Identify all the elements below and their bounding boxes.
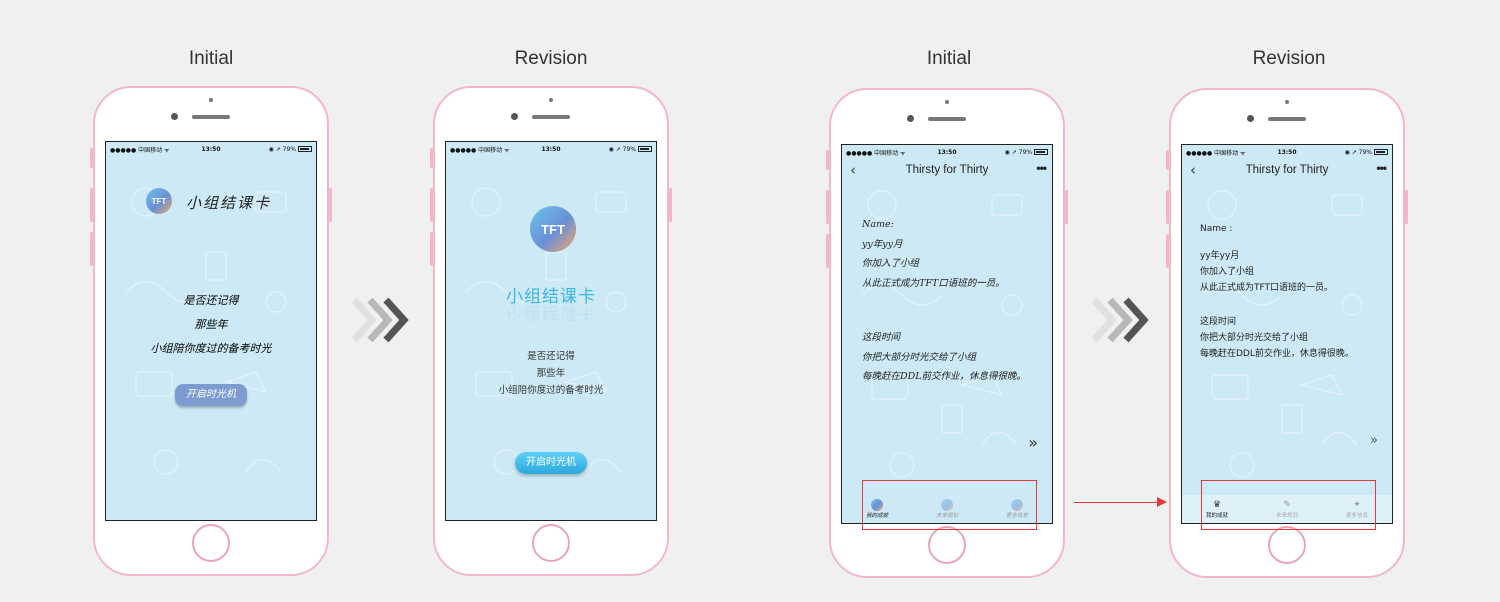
intro-line-3: 小组陪你度过的备考时光	[498, 385, 604, 396]
intro-line-1: 是否还记得	[527, 351, 575, 362]
more-icon[interactable]: •••	[1376, 161, 1387, 175]
home-button[interactable]	[1268, 526, 1306, 564]
card-title: 小组结课卡	[186, 194, 272, 212]
letter-line: 这段时间	[1200, 317, 1237, 327]
status-bar: ●●●●● 中国移动 ᯤ 13:50 ◉ ➚ 79%	[106, 142, 316, 156]
clock-label: 13:50	[201, 145, 221, 153]
earpiece-speaker	[928, 117, 966, 121]
front-camera	[1285, 100, 1289, 104]
highlight-box-initial-tabs	[862, 480, 1037, 530]
screen-initial-letter: ●●●●● 中国移动 ᯤ 13:50 ◉ ➚ 79% ‹ Thirsty for…	[841, 144, 1053, 524]
carrier-label: ●●●●● 中国移动 ᯤ	[110, 146, 170, 154]
nav-bar: ‹ Thirsty for Thirty •••	[1182, 159, 1392, 181]
back-icon[interactable]: ‹	[850, 161, 856, 179]
intro-line-2: 那些年	[536, 368, 566, 379]
intro-line-2: 那些年	[194, 318, 228, 331]
letter-line: Name:	[862, 219, 894, 230]
letter-line: yy年yy月	[862, 238, 903, 250]
letter-line: 你加入了小组	[862, 258, 920, 269]
intro-line-3: 小组陪你度过的备考时光	[150, 342, 272, 355]
sensor-dot	[1247, 115, 1254, 122]
nav-title: Thirsty for Thirty	[1245, 164, 1329, 176]
letter-line: 你加入了小组	[1200, 267, 1255, 277]
app-logo: TFT	[530, 206, 576, 252]
phone-initial-card: ●●●●● 中国移动 ᯤ 13:50 ◉ ➚ 79% TFT 小组结课卡 是否还…	[90, 86, 332, 576]
status-bar: ●●●●● 中国移动 ᯤ 13:50 ◉ ➚ 79%	[1182, 145, 1392, 159]
carrier-label: ●●●●● 中国移动 ᯤ	[846, 149, 906, 157]
highlight-box-revision-tabs	[1201, 480, 1376, 530]
comparison-connector-line	[1074, 502, 1160, 503]
nav-title: Thirsty for Thirty	[905, 164, 989, 176]
letter-line: 从此正式成为TFT口语班的一员。	[1200, 283, 1334, 293]
screen-initial-card: ●●●●● 中国移动 ᯤ 13:50 ◉ ➚ 79% TFT 小组结课卡 是否还…	[105, 141, 317, 521]
carrier-label: ●●●●● 中国移动 ᯤ	[450, 146, 510, 154]
battery-label: ◉ ➚ 79%	[608, 145, 636, 153]
app-logo: TFT	[146, 188, 172, 214]
heading-revision-1: Revision	[514, 48, 588, 69]
heading-revision-2: Revision	[1252, 48, 1326, 69]
battery-icon	[1033, 149, 1048, 155]
letter-line: 每晚赶在DDL前交作业，休息得很晚。	[1200, 349, 1354, 359]
earpiece-speaker	[532, 115, 570, 119]
letter-line: 每晚赶在DDL前交作业，休息得很晚。	[862, 371, 1027, 382]
start-time-machine-button[interactable]: 开启时光机	[515, 452, 587, 474]
status-bar: ●●●●● 中国移动 ᯤ 13:50 ◉ ➚ 79%	[446, 142, 656, 156]
next-page-icon[interactable]: »	[1028, 433, 1038, 452]
arrow-head-icon	[1157, 497, 1167, 507]
intro-line-1: 是否还记得	[183, 294, 239, 307]
battery-label: ◉ ➚ 79%	[1344, 148, 1372, 156]
screen-revision-letter: ●●●●● 中国移动 ᯤ 13:50 ◉ ➚ 79% ‹ Thirsty for…	[1181, 144, 1393, 524]
front-camera	[549, 98, 553, 102]
battery-icon	[297, 146, 312, 152]
clock-label: 13:50	[541, 145, 561, 153]
letter-line: 这段时间	[862, 332, 901, 343]
screen-revision-card: ●●●●● 中国移动 ᯤ 13:50 ◉ ➚ 79% TFT 小组结课卡 小组结…	[445, 141, 657, 521]
card-title-reflection: 小组结课卡	[506, 302, 596, 322]
sensor-dot	[171, 113, 178, 120]
back-icon[interactable]: ‹	[1190, 161, 1196, 179]
start-time-machine-button[interactable]: 开启时光机	[175, 384, 247, 406]
heading-initial-2: Initial	[926, 48, 972, 69]
phone-revision-card: ●●●●● 中国移动 ᯤ 13:50 ◉ ➚ 79% TFT 小组结课卡 小组结…	[430, 86, 672, 576]
sensor-dot	[907, 115, 914, 122]
letter-line: 从此正式成为TFT口语班的一员。	[862, 277, 1005, 289]
letter-line: 你把大部分时光交给了小组	[1200, 333, 1309, 343]
more-icon[interactable]: •••	[1036, 161, 1047, 175]
battery-label: ◉ ➚ 79%	[268, 145, 296, 153]
status-bar: ●●●●● 中国移动 ᯤ 13:50 ◉ ➚ 79%	[842, 145, 1052, 159]
front-camera	[945, 100, 949, 104]
nav-bar: ‹ Thirsty for Thirty •••	[842, 159, 1052, 181]
chevron-arrows-icon	[351, 297, 409, 343]
letter-line: yy年yy月	[1200, 251, 1240, 261]
earpiece-speaker	[192, 115, 230, 119]
letter-line: 你把大部分时光交给了小组	[862, 351, 977, 363]
letter-body: Name : yy年yy月 你加入了小组 从此正式成为TFT口语班的一员。 这段…	[1200, 221, 1354, 362]
sensor-dot	[511, 113, 518, 120]
letter-line: Name :	[1200, 224, 1233, 234]
home-button[interactable]	[928, 526, 966, 564]
home-button[interactable]	[532, 524, 570, 562]
next-page-icon[interactable]: »	[1370, 433, 1378, 448]
letter-body: Name: yy年yy月 你加入了小组 从此正式成为TFT口语班的一员。 这段时…	[862, 215, 1026, 387]
battery-icon	[637, 146, 652, 152]
carrier-label: ●●●●● 中国移动 ᯤ	[1186, 149, 1246, 157]
clock-label: 13:50	[1277, 148, 1297, 156]
front-camera	[209, 98, 213, 102]
battery-label: ◉ ➚ 79%	[1004, 148, 1032, 156]
heading-initial-1: Initial	[188, 48, 234, 69]
clock-label: 13:50	[937, 148, 957, 156]
earpiece-speaker	[1268, 117, 1306, 121]
home-button[interactable]	[192, 524, 230, 562]
chevron-arrows-icon	[1091, 297, 1149, 343]
battery-icon	[1373, 149, 1388, 155]
